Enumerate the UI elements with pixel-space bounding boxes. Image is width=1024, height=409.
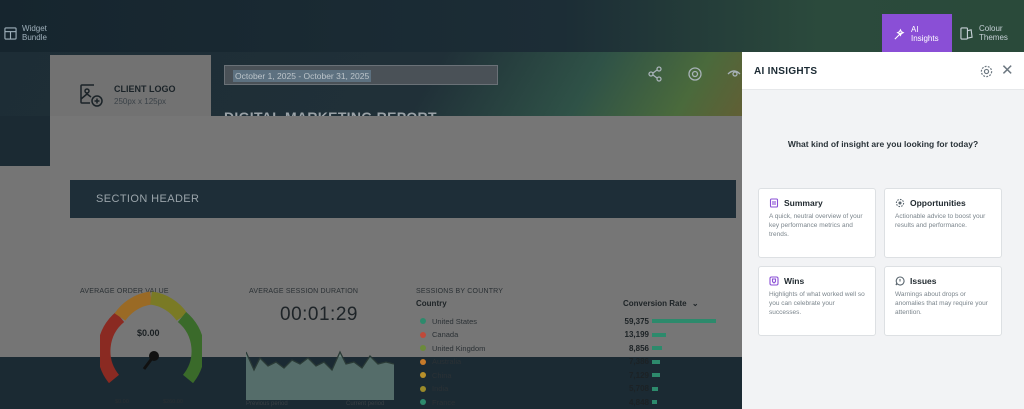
colour-themes-button[interactable]: Colour Themes (960, 24, 1019, 42)
table-row[interactable]: China 7,129 (420, 369, 730, 381)
top-toolbar: Widget Bundle AI Insights Colour Themes (0, 0, 1024, 54)
country-value: 7,386 (628, 357, 649, 366)
magic-wand-icon (894, 28, 905, 40)
ai-insights-label: AI Insights (911, 25, 939, 43)
ai-prompt-question: What kind of insight are you looking for… (787, 139, 979, 149)
country-bar (652, 386, 658, 391)
country-name: China (432, 370, 452, 380)
card-title: Wins (784, 276, 805, 286)
country-color-dot (420, 385, 426, 392)
colour-themes-label: Colour Themes (979, 24, 1008, 42)
widget-bundle-label: Widget Bundle (22, 24, 47, 42)
country-value: 8,856 (628, 343, 649, 353)
aov-min: $0.00 (115, 399, 129, 405)
country-name: France (432, 397, 456, 407)
ai-panel-header: AI INSIGHTS ✕ (742, 52, 1024, 90)
country-color-dot (420, 318, 426, 324)
palette-icon (960, 26, 973, 40)
table-row[interactable]: Australia 7,386 (420, 356, 730, 368)
settings-icon[interactable] (687, 66, 703, 82)
insight-card-wins[interactable]: Wins Highlights of what worked well so y… (758, 266, 876, 336)
card-description: A quick, neutral overview of your key pe… (769, 213, 863, 238)
country-name: United States (432, 316, 478, 326)
trophy-icon (769, 276, 779, 286)
eye-icon[interactable] (727, 66, 741, 82)
card-title: Issues (910, 276, 937, 286)
chat-warning-icon (895, 276, 905, 286)
conversion-column-label: Conversion Rate (623, 299, 687, 308)
country-color-dot (420, 331, 426, 338)
document-icon (769, 198, 779, 208)
country-color-dot (420, 399, 426, 405)
share-icon[interactable] (647, 66, 663, 82)
card-title: Opportunities (910, 198, 966, 208)
ai-insights-panel: AI INSIGHTS ✕ What kind of insight are y… (742, 52, 1024, 409)
country-bar (652, 332, 666, 337)
left-strip (0, 116, 50, 166)
country-bar (652, 319, 716, 323)
conversion-column-header[interactable]: Conversion Rate ⌄ (623, 299, 699, 308)
duration-widget-title: AVERAGE SESSION DURATION (249, 288, 359, 295)
country-color-dot (420, 345, 426, 351)
aov-gauge[interactable] (100, 287, 202, 397)
gear-icon[interactable] (980, 65, 993, 78)
country-name: Australia (432, 357, 462, 366)
table-row[interactable]: United States 59,375 (420, 315, 730, 327)
insight-card-opportunities[interactable]: Opportunities Actionable advice to boost… (884, 188, 1002, 258)
image-add-icon (80, 84, 103, 107)
country-column-header[interactable]: Country (416, 299, 447, 308)
country-value: 13,199 (624, 330, 649, 339)
close-icon[interactable]: ✕ (1001, 61, 1014, 79)
country-value: 59,375 (624, 316, 649, 326)
widget-bundle-button[interactable]: Widget Bundle (4, 24, 62, 42)
country-value: 5,708 (628, 384, 649, 393)
sessions-widget-title: SESSIONS BY COUNTRY (416, 288, 504, 295)
date-range-value: October 1, 2025 - October 31, 2025 (233, 70, 372, 82)
insight-card-summary[interactable]: Summary A quick, neutral overview of you… (758, 188, 876, 258)
table-row[interactable]: Canada 13,199 (420, 329, 730, 341)
aov-value: $0.00 (137, 328, 160, 338)
section-header[interactable]: SECTION HEADER (70, 180, 736, 218)
country-name: India (432, 384, 449, 393)
card-description: Warnings about drops or anomalies that m… (895, 291, 988, 316)
country-bar (652, 373, 660, 377)
card-description: Actionable advice to boost your results … (895, 213, 986, 229)
country-name: United Kingdom (432, 343, 486, 353)
duration-left-caption: Previous period (246, 401, 288, 407)
sparkle-icon (895, 198, 905, 208)
insight-card-issues[interactable]: Issues Warnings about drops or anomalies… (884, 266, 1002, 336)
duration-sparkline[interactable] (246, 340, 394, 400)
aov-max: $260.00 (163, 399, 183, 405)
logo-title: CLIENT LOGO (114, 84, 176, 94)
country-color-dot (420, 358, 426, 365)
ai-insights-button[interactable]: AI Insights (882, 14, 952, 54)
country-name: Canada (432, 330, 459, 339)
table-row[interactable]: India 5,708 (420, 383, 730, 395)
logo-size: 250px x 125px (114, 97, 167, 106)
country-bar (652, 346, 662, 350)
country-value: 4,848 (628, 397, 649, 407)
country-color-dot (420, 372, 426, 378)
country-value: 7,129 (628, 370, 649, 380)
duration-right-caption: Current period (346, 401, 385, 407)
chevron-down-icon: ⌄ (691, 299, 699, 308)
country-bar (652, 359, 660, 364)
widget-bundle-icon (4, 26, 17, 40)
card-title: Summary (784, 198, 823, 208)
table-row[interactable]: France 4,848 (420, 396, 730, 408)
ai-panel-title: AI INSIGHTS (754, 66, 818, 77)
country-bar (652, 400, 657, 404)
duration-value: 00:01:29 (280, 304, 358, 325)
date-range-field[interactable]: October 1, 2025 - October 31, 2025 (224, 65, 498, 85)
card-description: Highlights of what worked well so you ca… (769, 291, 865, 316)
table-row[interactable]: United Kingdom 8,856 (420, 342, 730, 354)
